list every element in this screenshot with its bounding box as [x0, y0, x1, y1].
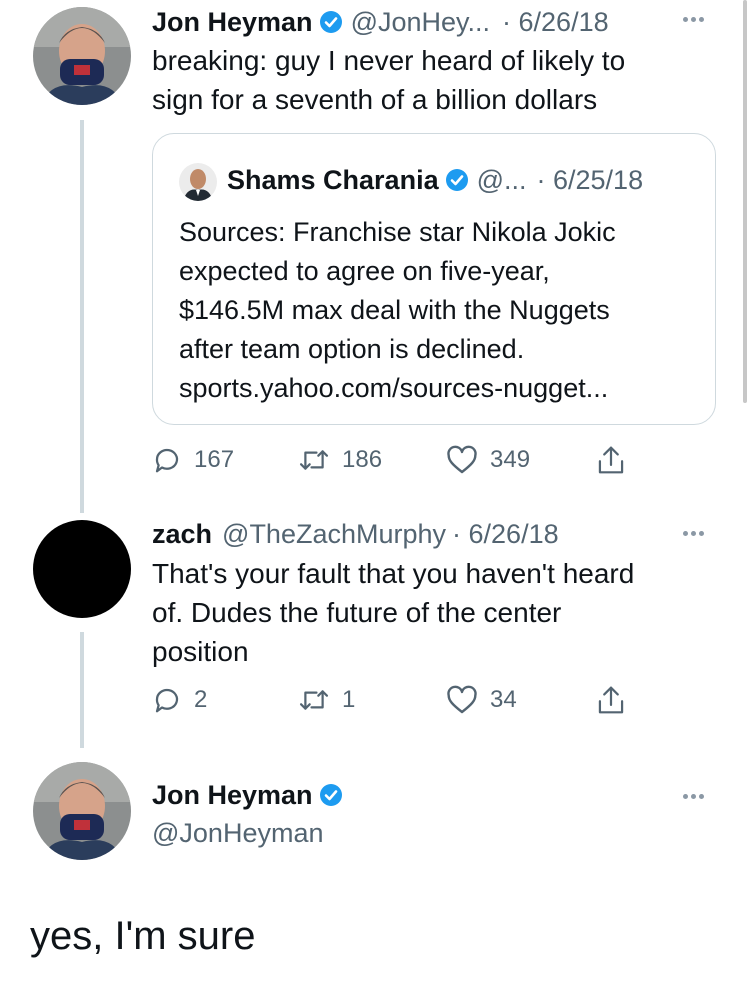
retweet-button[interactable]: 1	[298, 683, 355, 717]
reply-icon	[155, 448, 179, 473]
avatar-jon-heyman[interactable]	[33, 762, 131, 860]
quote-header: Shams Charania @... · 6/25/18	[227, 162, 643, 198]
tweet1-text: breaking: guy I never heard of likely to…	[152, 41, 712, 119]
reply-button[interactable]: 2	[152, 683, 207, 717]
tweet-text-line: sign for a seventh of a billion dollars	[152, 84, 598, 115]
more-icon[interactable]	[683, 794, 704, 799]
tweet-text-line: That's your fault that you haven't heard	[152, 558, 635, 589]
reply-button[interactable]: 167	[152, 443, 234, 477]
more-icon[interactable]	[683, 531, 704, 536]
tweet2-text: That's your fault that you haven't heard…	[152, 554, 722, 671]
tweet2-header: zach @TheZachMurphy · 6/26/18	[152, 516, 559, 552]
quote-author-name: Shams Charania	[227, 164, 439, 195]
author-name[interactable]: zach	[152, 519, 212, 550]
retweet-icon	[299, 450, 329, 470]
retweet-button[interactable]: 186	[298, 443, 382, 477]
scrollbar[interactable]	[743, 0, 747, 403]
tweet-text-line: of. Dudes the future of the center	[152, 597, 562, 628]
avatar-jon-heyman[interactable]	[33, 7, 131, 105]
retweet-count: 1	[342, 686, 356, 713]
tweet-text-line: breaking: guy I never heard of likely to	[152, 45, 626, 76]
like-button[interactable]: 349	[446, 443, 530, 477]
author-handle[interactable]: @JonHey...	[351, 7, 490, 38]
quote-text-line: $146.5M max deal with the Nuggets	[179, 295, 610, 325]
reply-icon	[155, 688, 179, 713]
author-name[interactable]: Jon Heyman	[152, 780, 313, 811]
quoted-tweet-card[interactable]: Shams Charania @... · 6/25/18 Sources: F…	[152, 133, 716, 425]
thread-connector-line	[80, 632, 84, 748]
author-handle[interactable]: @JonHeyman	[152, 815, 323, 851]
share-icon	[598, 686, 624, 714]
avatar-shams-charania	[179, 163, 217, 201]
quote-text-line: expected to agree on five-year,	[179, 256, 550, 286]
share-icon	[598, 446, 624, 474]
like-count: 349	[490, 446, 531, 473]
avatar-zach[interactable]	[33, 520, 131, 618]
tweet1-header: Jon Heyman @JonHey... · 6/26/18	[152, 4, 609, 40]
verified-badge-icon	[319, 784, 342, 806]
like-icon	[447, 685, 477, 714]
tweet-date[interactable]: · 6/26/18	[502, 7, 609, 38]
verified-badge-icon	[319, 11, 342, 33]
tweet-date[interactable]: · 6/26/18	[452, 519, 559, 550]
quote-text-line: Sources: Franchise star Nikola Jokic	[179, 217, 616, 247]
reply-count: 167	[194, 446, 235, 473]
more-icon[interactable]	[683, 17, 704, 22]
verified-badge-icon	[445, 169, 468, 191]
like-icon	[447, 445, 477, 474]
quote-author-handle: @...	[476, 164, 527, 195]
author-handle[interactable]: @TheZachMurphy	[222, 519, 446, 550]
share-button[interactable]	[596, 683, 626, 717]
like-count: 34	[490, 686, 517, 713]
quote-text: Sources: Franchise star Nikola Jokic exp…	[179, 213, 709, 408]
tweet-text-line: position	[152, 636, 249, 667]
tweet3-text: yes, I'm sure	[30, 914, 256, 958]
author-name[interactable]: Jon Heyman	[152, 7, 313, 38]
retweet-count: 186	[342, 446, 383, 473]
retweet-icon	[299, 690, 329, 710]
like-button[interactable]: 34	[446, 683, 517, 717]
quote-link[interactable]: sports.yahoo.com/sources-nugget...	[179, 369, 709, 408]
thread-connector-line	[80, 120, 84, 513]
reply-count: 2	[194, 686, 208, 713]
tweet3-author-name-row: Jon Heyman	[152, 777, 343, 813]
share-button[interactable]	[596, 443, 626, 477]
quote-date: · 6/25/18	[536, 164, 644, 195]
quote-text-line: after team option is declined.	[179, 334, 525, 364]
